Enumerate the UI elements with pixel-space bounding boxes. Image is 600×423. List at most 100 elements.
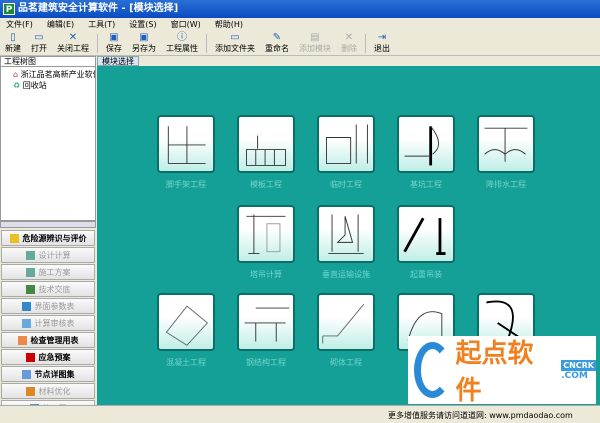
- module-illustration-icon: [322, 304, 365, 344]
- tree-item-recycle[interactable]: ♻ 回收站: [13, 80, 95, 91]
- module-illustration-icon: [403, 217, 446, 255]
- home-icon: ⌂: [13, 70, 19, 79]
- toolbar-button[interactable]: ⇥ 退出: [369, 32, 395, 55]
- menu-item[interactable]: 编辑(E): [47, 18, 74, 32]
- menu-item[interactable]: 工具(T): [88, 18, 115, 32]
- module-label[interactable]: 脚手架工程: [141, 179, 231, 190]
- module-category-button[interactable]: 界面参数表: [1, 298, 95, 314]
- recycle-icon: ♻: [13, 81, 21, 90]
- toolbar-button[interactable]: ✕ 删除: [336, 32, 362, 55]
- toolbar-label: 退出: [374, 44, 390, 53]
- module-category-button[interactable]: 设计计算: [1, 247, 95, 263]
- module-tile[interactable]: [317, 205, 375, 263]
- module-label[interactable]: 基坑工程: [381, 179, 471, 190]
- module-tile[interactable]: [237, 205, 295, 263]
- module-category-button[interactable]: 技术交底: [1, 281, 95, 297]
- toolbar-button[interactable]: ▤ 添加模块: [294, 32, 336, 55]
- category-icon: [9, 233, 19, 243]
- module-tile[interactable]: [317, 293, 375, 351]
- module-tile[interactable]: [157, 293, 215, 351]
- toolbar-label: 保存: [106, 44, 122, 53]
- left-panel: 工程树图 ⌂ 浙江品茗高新产业软件 ♻ 回收站 危险源辨识与评价设计计算施工方案…: [0, 56, 96, 416]
- new-file-icon: ▯: [10, 32, 16, 43]
- category-icon: [25, 386, 35, 396]
- menu-item[interactable]: 帮助(H): [215, 18, 243, 32]
- module-label[interactable]: 钢结构工程: [221, 357, 311, 368]
- module-illustration-icon: [167, 126, 206, 165]
- module-label[interactable]: 起重吊装: [381, 269, 471, 280]
- toolbar-separator: [206, 34, 207, 53]
- menu-item[interactable]: 窗口(W): [171, 18, 201, 32]
- open-folder-icon: ▭: [34, 32, 44, 43]
- toolbar-button[interactable]: ⓘ 工程属性: [161, 32, 203, 55]
- menu-item[interactable]: 设置(S): [129, 18, 156, 32]
- toolbar-button[interactable]: ✎ 重命名: [260, 32, 294, 55]
- tree-item-project[interactable]: ⌂ 浙江品茗高新产业软件: [13, 69, 95, 80]
- category-label: 节点详图集: [34, 369, 75, 379]
- menu-bar: 文件(F) 编辑(E) 工具(T) 设置(S) 窗口(W) 帮助(H): [0, 18, 600, 32]
- toolbar-button[interactable]: ▭ 打开: [26, 32, 52, 55]
- menu-item[interactable]: 文件(F): [6, 18, 33, 32]
- module-category-button[interactable]: 应急预案: [1, 349, 95, 365]
- toolbar-separator: [97, 34, 98, 53]
- exit-icon: ⇥: [377, 32, 387, 43]
- category-icon: [25, 352, 35, 362]
- module-tile[interactable]: [317, 115, 375, 173]
- tab-module-select[interactable]: 模块选择: [97, 56, 139, 66]
- category-icon: [25, 267, 35, 277]
- status-text: 更多增值服务请访问道道网: www.pmdaodao.com: [388, 411, 573, 420]
- toolbar-button[interactable]: ▣ 另存为: [127, 32, 161, 55]
- info-icon: ⓘ: [177, 32, 187, 43]
- toolbar-label: 添加模块: [299, 44, 331, 53]
- category-label: 应急预案: [38, 352, 71, 362]
- toolbar-label: 另存为: [132, 44, 156, 53]
- module-illustration-icon: [484, 127, 528, 162]
- toolbar-button[interactable]: ▭ 添加文件夹: [210, 32, 260, 55]
- toolbar-label: 删除: [341, 44, 357, 53]
- module-label[interactable]: 降排水工程: [461, 179, 551, 190]
- status-bar: 更多增值服务请访问道道网: www.pmdaodao.com: [0, 405, 600, 423]
- module-tile[interactable]: [237, 293, 295, 351]
- module-label[interactable]: 临时工程: [301, 179, 391, 190]
- category-icon: [17, 335, 27, 345]
- category-label: 材料优化: [38, 386, 71, 396]
- save-as-icon: ▣: [139, 32, 149, 43]
- app-logo-icon: P: [3, 3, 15, 15]
- module-tile[interactable]: [237, 115, 295, 173]
- module-label[interactable]: 混凝土工程: [141, 357, 231, 368]
- category-label: 界面参数表: [34, 301, 75, 311]
- toolbar-button[interactable]: ▯ 新建: [0, 32, 26, 55]
- module-label[interactable]: 塔吊计算: [221, 269, 311, 280]
- module-tile[interactable]: [397, 205, 455, 263]
- category-icon: [25, 284, 35, 294]
- module-category-button[interactable]: 危险源辨识与评价: [1, 230, 95, 246]
- project-tree: ⌂ 浙江品茗高新产业软件 ♻ 回收站: [0, 67, 96, 221]
- category-label: 检查管理用表: [30, 335, 79, 345]
- module-category-button[interactable]: 施工方案: [1, 264, 95, 280]
- toolbar: ▯ 新建 ▭ 打开 ✕ 关闭工程 ▣ 保存 ▣ 另存为 ⓘ 工程属性 ▭ 添加文件夹 ✎ 重命名 ▤ 添加模块 ✕ 删…: [0, 32, 600, 56]
- category-icon: [21, 369, 31, 379]
- add-folder-icon: ▭: [230, 32, 240, 43]
- tree-header: 工程树图: [0, 56, 96, 67]
- module-illustration-icon: [404, 126, 440, 166]
- module-label[interactable]: 模板工程: [221, 179, 311, 190]
- category-label: 计算审核表: [34, 318, 75, 328]
- module-label[interactable]: 垂直运输设施: [301, 269, 391, 280]
- toolbar-button[interactable]: ✕ 关闭工程: [52, 32, 94, 55]
- category-icon: [25, 250, 35, 260]
- toolbar-label: 重命名: [265, 44, 289, 53]
- category-icon: [21, 318, 31, 328]
- module-illustration-icon: [244, 307, 290, 342]
- toolbar-button[interactable]: ▣ 保存: [101, 32, 127, 55]
- module-category-button[interactable]: 节点详图集: [1, 366, 95, 382]
- category-label: 设计计算: [38, 250, 71, 260]
- module-tile[interactable]: [477, 115, 535, 173]
- module-category-button[interactable]: 检查管理用表: [1, 332, 95, 348]
- module-label[interactable]: 砌体工程: [301, 357, 391, 368]
- module-category-button[interactable]: 计算审核表: [1, 315, 95, 331]
- module-category-button[interactable]: 材料优化: [1, 383, 95, 399]
- module-tile[interactable]: [157, 115, 215, 173]
- tree-horizontal-scrollbar[interactable]: [0, 221, 96, 228]
- module-tile[interactable]: [397, 115, 455, 173]
- toolbar-label: 添加文件夹: [215, 44, 255, 53]
